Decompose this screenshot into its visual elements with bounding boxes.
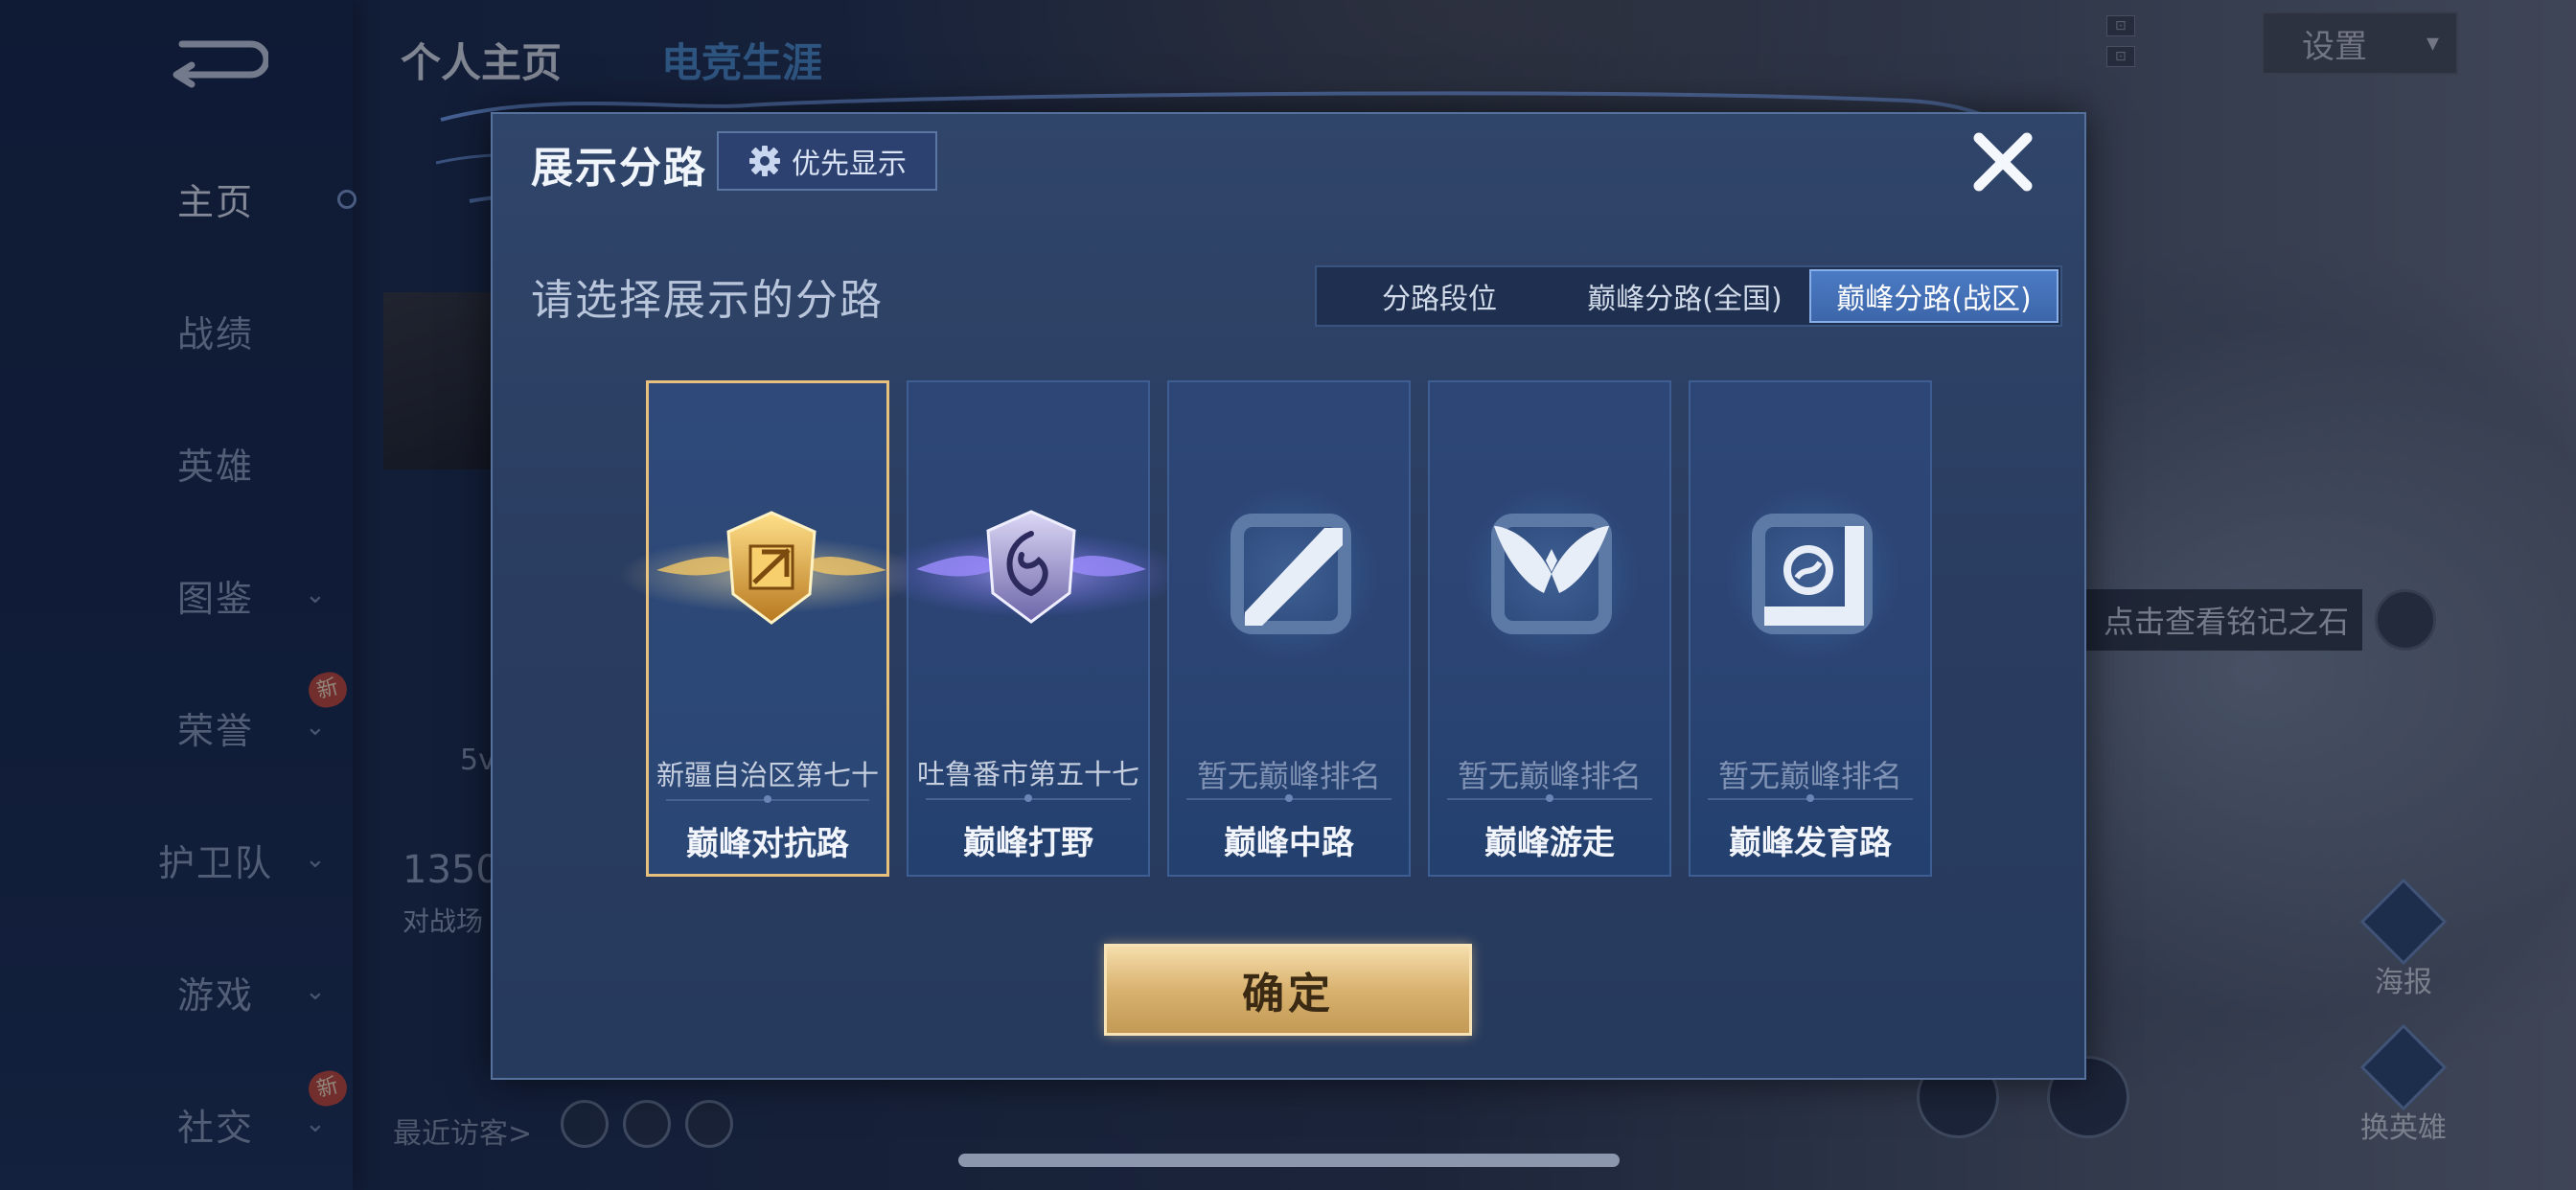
priority-display-label: 优先显示 (792, 148, 907, 181)
divider (666, 795, 869, 803)
lane-card-roam[interactable]: 暂无巅峰排名 巅峰游走 (1428, 380, 1671, 877)
tab-peak-national[interactable]: 巅峰分路(全国) (1562, 267, 1807, 325)
lane-card-jungle[interactable]: 吐鲁番市第五十七 巅峰打野 (878, 380, 1184, 877)
dialog-subtitle: 请选择展示的分路 (531, 276, 884, 325)
close-icon[interactable] (1969, 128, 2036, 195)
lane-name: 巅峰中路 (1224, 824, 1354, 862)
confirm-button[interactable]: 确定 (1104, 944, 1472, 1036)
tab-peak-region[interactable]: 巅峰分路(战区) (1809, 269, 2058, 323)
purple-dragon-shield-icon (878, 510, 1184, 624)
lane-rank: 新疆自治区第七十 (656, 759, 879, 791)
dialog-title: 展示分路 (531, 144, 707, 193)
lane-name: 巅峰发育路 (1729, 824, 1892, 862)
filter-tab-group: 分路段位 巅峰分路(全国) 巅峰分路(战区) (1315, 265, 2062, 327)
farm-lane-icon (1752, 514, 1873, 634)
lane-card-farm[interactable]: 暂无巅峰排名 巅峰发育路 (1689, 380, 1932, 877)
lane-display-dialog: 展示分路 优先显示 请选择展示的分路 分路段位 巅峰分路(全国) 巅峰分路(战区… (491, 112, 2086, 1080)
lane-name: 巅峰游走 (1484, 824, 1615, 862)
lane-rank: 暂无巅峰排名 (1457, 758, 1642, 794)
divider (1447, 794, 1652, 802)
gear-icon (749, 146, 780, 176)
home-indicator[interactable] (958, 1154, 1620, 1167)
tab-lane-rank[interactable]: 分路段位 (1317, 267, 1562, 325)
divider (1708, 794, 1913, 802)
mid-lane-icon (1230, 514, 1351, 634)
lane-name: 巅峰打野 (963, 824, 1093, 862)
lane-rank: 吐鲁番市第五十七 (916, 758, 1139, 790)
priority-display-button[interactable]: 优先显示 (717, 131, 937, 191)
lane-name: 巅峰对抗路 (686, 825, 849, 863)
divider (926, 794, 1131, 802)
lane-rank: 暂无巅峰排名 (1196, 758, 1381, 794)
divider (1186, 794, 1392, 802)
lane-card-clash[interactable]: 新疆自治区第七十 巅峰对抗路 (618, 380, 925, 877)
lane-card-mid[interactable]: 暂无巅峰排名 巅峰中路 (1167, 380, 1411, 877)
roam-wings-icon (1491, 514, 1612, 634)
lane-rank: 暂无巅峰排名 (1717, 758, 1902, 794)
